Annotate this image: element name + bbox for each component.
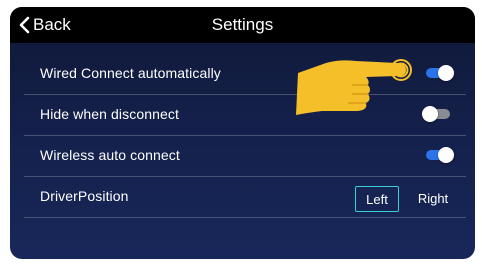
- page-title: Settings: [211, 15, 274, 34]
- settings-screen: Back Settings Wired Connect automaticall…: [10, 7, 475, 259]
- settings-list: Wired Connect automatically Hide when di…: [24, 54, 466, 218]
- driver-position-right-button[interactable]: Right: [410, 186, 456, 212]
- toggle-knob: [438, 65, 454, 81]
- toggle-knob: [438, 147, 454, 163]
- driver-position-left-button[interactable]: Left: [355, 186, 399, 212]
- header-bar: Back Settings: [10, 7, 475, 43]
- hide-disconnect-toggle[interactable]: [422, 106, 450, 122]
- toggle-knob: [422, 106, 438, 122]
- setting-row-hide-disconnect: Hide when disconnect: [24, 95, 466, 136]
- setting-row-wireless-connect: Wireless auto connect: [24, 136, 466, 177]
- setting-row-wired-connect: Wired Connect automatically: [24, 54, 466, 95]
- setting-label: DriverPosition: [40, 188, 129, 204]
- setting-label: Wired Connect automatically: [40, 65, 221, 81]
- setting-row-driver-position: DriverPosition Left Right: [24, 177, 466, 218]
- setting-label: Wireless auto connect: [40, 147, 180, 163]
- setting-label: Hide when disconnect: [40, 106, 179, 122]
- wireless-connect-toggle[interactable]: [426, 147, 454, 163]
- wired-connect-toggle[interactable]: [426, 65, 454, 81]
